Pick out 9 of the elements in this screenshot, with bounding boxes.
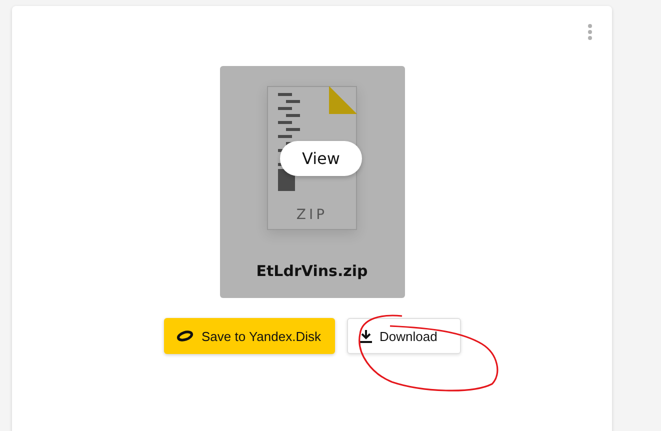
more-options-icon[interactable] — [587, 24, 593, 40]
folded-corner-icon — [329, 86, 357, 114]
file-type-label: ZIP — [295, 207, 329, 223]
file-name: EtLdrVins.zip — [256, 262, 368, 280]
disk-logo-icon — [176, 330, 194, 342]
save-to-disk-button[interactable]: Save to Yandex.Disk — [164, 318, 334, 354]
view-button[interactable]: View — [280, 141, 362, 176]
download-button[interactable]: Download — [346, 318, 460, 354]
download-icon — [360, 330, 372, 342]
